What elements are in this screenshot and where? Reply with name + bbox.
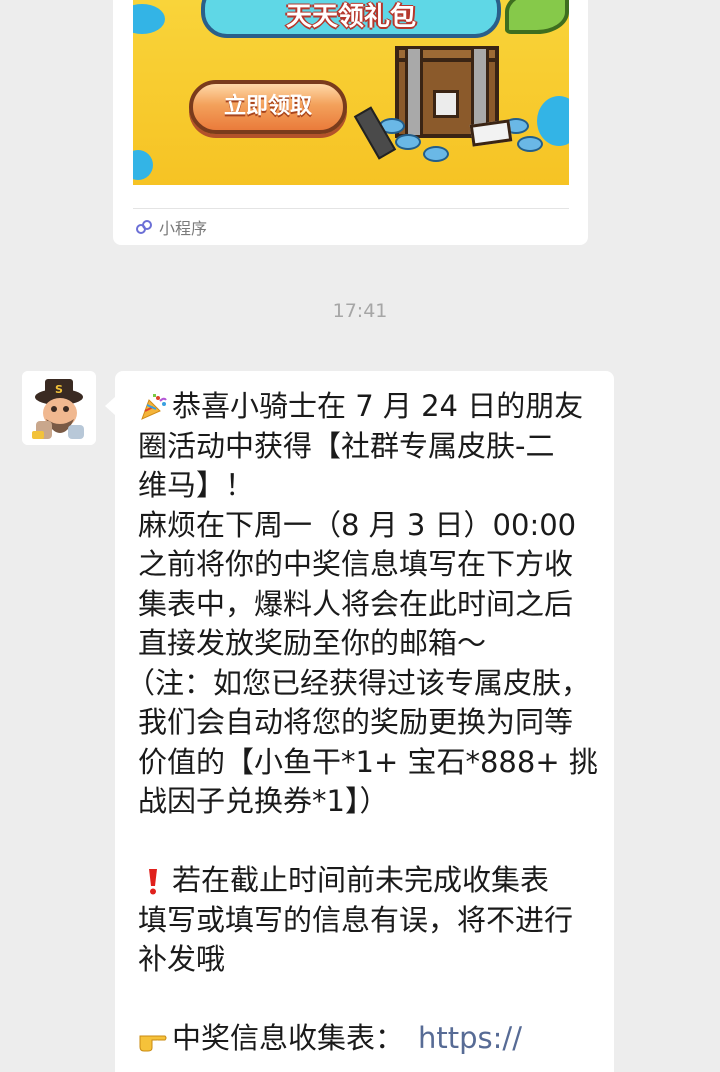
message-line-text: 若在截止时间前未完成收集表: [172, 863, 550, 897]
message-line-text: 补发哦: [138, 942, 226, 976]
message-line: 恭喜小骑士在 7 月 24 日的朋友: [138, 387, 600, 427]
divider: [133, 208, 569, 209]
chat-timestamp: 17:41: [332, 300, 388, 322]
gem-icon: [517, 136, 543, 152]
message-line-text: 麻烦在下周一（8 月 3 日）00:00: [138, 507, 577, 542]
chest-band: [405, 46, 423, 138]
sender-avatar-icon: S: [22, 371, 96, 445]
paint-splash-decoration: [133, 150, 153, 180]
mini-program-banner[interactable]: 天天领礼包 立即领取: [133, 0, 569, 185]
message-line-text: 恭喜小骑士在 7 月 24 日的朋友: [172, 389, 584, 423]
message-line: 圈活动中获得【社群专属皮肤-二: [138, 427, 600, 467]
paint-splash-decoration: [537, 96, 569, 146]
message-line-text: 价值的【小鱼干*1+ 宝石*888+ 挑: [138, 744, 598, 779]
gem-icon: [423, 146, 449, 162]
mini-program-footer: 小程序: [135, 214, 207, 240]
avatar[interactable]: S: [22, 371, 96, 445]
pointing-hand-icon: [139, 1035, 167, 1052]
message-line: 补发哦: [138, 940, 600, 980]
message-line: 战因子兑换券*1】）: [138, 782, 600, 822]
leaf-decoration: [505, 0, 569, 34]
message-line: 集表中，爆料人将会在此时间之后: [138, 585, 600, 625]
message-text[interactable]: 恭喜小骑士在 7 月 24 日的朋友 圈活动中获得【社群专属皮肤-二 维马】！ …: [126, 387, 600, 1059]
message-line-text: 圈活动中获得【社群专属皮肤-二: [138, 428, 555, 463]
form-link[interactable]: https://: [418, 1019, 522, 1059]
message-line-text: （注：如您已经获得过该专属皮肤，: [126, 665, 591, 700]
message-line: 我们会自动将您的奖励更换为同等: [138, 703, 600, 743]
message-line: 麻烦在下周一（8 月 3 日）00:00: [138, 506, 600, 546]
chest-lock-icon: [433, 90, 459, 118]
paint-splash-decoration: [133, 4, 165, 34]
mini-program-icon: [136, 220, 152, 234]
mini-program-card[interactable]: 天天领礼包 立即领取 小程序: [113, 0, 588, 245]
banner-title: 天天领礼包: [285, 2, 416, 32]
message-line: 之前将你的中奖信息填写在下方收: [138, 545, 600, 585]
message-line-text: 直接发放奖励至你的邮箱～: [138, 626, 487, 660]
exclamation-icon: [149, 868, 157, 895]
message-line: 直接发放奖励至你的邮箱～: [138, 624, 600, 664]
message-line: 维马】！: [138, 466, 600, 506]
ticket-icon: [469, 119, 513, 147]
message-line-text: 填写或填写的信息有误，将不进行: [138, 902, 574, 937]
svg-text:S: S: [55, 383, 63, 396]
party-popper-icon: [141, 393, 167, 420]
mini-program-label: 小程序: [159, 219, 208, 238]
message-line-text: 维马】！: [138, 468, 255, 502]
gem-icon: [395, 134, 421, 150]
message-line-text: 之前将你的中奖信息填写在下方收: [138, 547, 574, 581]
message-line-text: 战因子兑换券*1】）: [138, 784, 389, 818]
message-bubble[interactable]: 恭喜小骑士在 7 月 24 日的朋友 圈活动中获得【社群专属皮肤-二 维马】！ …: [105, 371, 614, 1072]
message-line-text: 中奖信息收集表：: [172, 1021, 405, 1055]
message-line: 价值的【小鱼干*1+ 宝石*888+ 挑: [138, 743, 600, 783]
message-line: 中奖信息收集表： https://: [138, 1019, 600, 1059]
message-line: 若在截止时间前未完成收集表: [138, 861, 600, 901]
message-line: （注：如您已经获得过该专属皮肤，: [126, 664, 600, 704]
message-line: 填写或填写的信息有误，将不进行: [138, 901, 600, 941]
claim-now-button[interactable]: 立即领取: [189, 80, 347, 134]
message-line-text: 我们会自动将您的奖励更换为同等: [138, 705, 574, 739]
message-line-text: 集表中，爆料人将会在此时间之后: [138, 586, 574, 621]
